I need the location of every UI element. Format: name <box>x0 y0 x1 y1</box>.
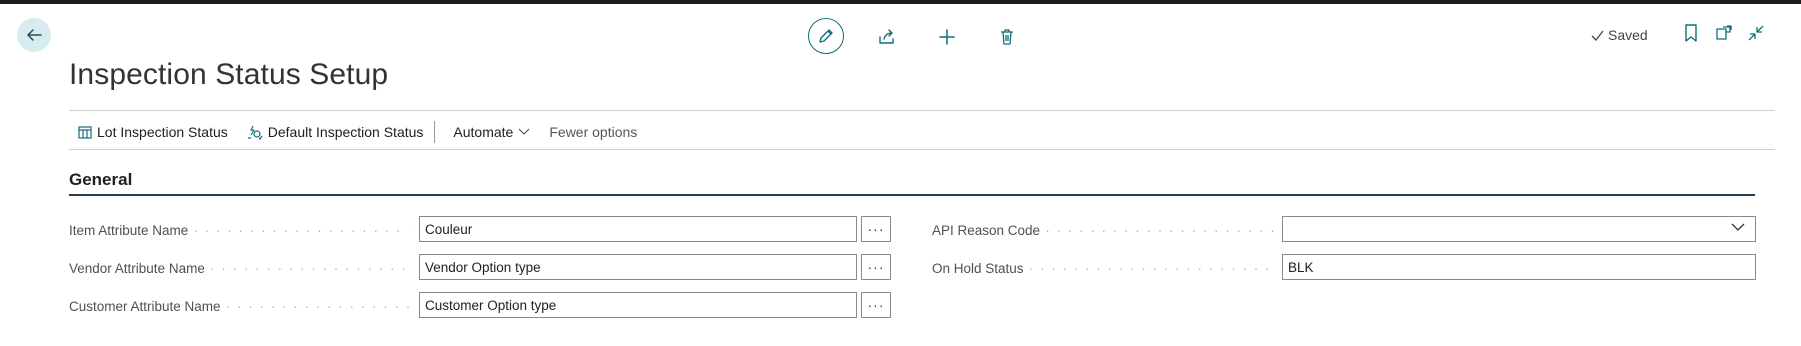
action-bar: Lot Inspection Status Default Inspection… <box>69 119 646 145</box>
customer-attribute-name-lookup-button[interactable]: ··· <box>861 292 891 318</box>
new-button[interactable] <box>928 18 966 56</box>
lot-inspection-status-action[interactable]: Lot Inspection Status <box>69 119 237 145</box>
arrow-left-icon <box>27 29 42 41</box>
collapse-button[interactable] <box>1747 24 1765 47</box>
fewer-options-button[interactable]: Fewer options <box>539 119 646 145</box>
chevron-down-icon <box>518 128 530 135</box>
share-button[interactable] <box>868 18 906 56</box>
page-title: Inspection Status Setup <box>69 58 389 91</box>
customer-attribute-name-label: Customer Attribute Name <box>69 299 409 314</box>
collapse-icon <box>1748 25 1764 41</box>
more-icon: ··· <box>867 221 885 237</box>
on-hold-status-input[interactable] <box>1282 254 1756 280</box>
more-icon: ··· <box>867 297 885 313</box>
lot-inspection-status-label: Lot Inspection Status <box>97 124 228 140</box>
default-inspection-status-label: Default Inspection Status <box>267 124 424 140</box>
open-in-new-window-icon <box>1716 25 1732 40</box>
process-check-icon <box>247 125 263 140</box>
open-new-window-button[interactable] <box>1715 24 1733 47</box>
section-general-title: General <box>69 170 133 189</box>
top-bar <box>0 0 1801 4</box>
more-icon: ··· <box>867 259 885 275</box>
actions-separator <box>434 121 436 143</box>
section-general-underline <box>69 194 1755 196</box>
item-attribute-name-label: Item Attribute Name <box>69 223 409 238</box>
chevron-down-icon <box>1731 223 1745 231</box>
fewer-options-label: Fewer options <box>549 124 638 140</box>
automate-menu[interactable]: Automate <box>443 119 539 145</box>
back-button[interactable] <box>17 18 51 52</box>
item-attribute-name-input[interactable] <box>419 216 857 242</box>
item-attribute-name-lookup-button[interactable]: ··· <box>861 216 891 242</box>
default-inspection-status-action[interactable]: Default Inspection Status <box>237 119 433 145</box>
actions-top-divider <box>69 110 1775 111</box>
actions-bottom-divider <box>69 149 1775 150</box>
api-reason-code-select[interactable] <box>1282 216 1756 242</box>
vendor-attribute-name-lookup-button[interactable]: ··· <box>861 254 891 280</box>
automate-label: Automate <box>453 124 514 140</box>
edit-button[interactable] <box>808 18 844 54</box>
share-icon <box>879 29 894 44</box>
pencil-icon <box>819 29 833 43</box>
saved-status: Saved <box>1591 27 1648 43</box>
saved-label: Saved <box>1608 27 1648 43</box>
bookmark-icon <box>1685 24 1697 42</box>
bookmark-button[interactable] <box>1683 24 1699 47</box>
vendor-attribute-name-label: Vendor Attribute Name <box>69 261 409 276</box>
vendor-attribute-name-input[interactable] <box>419 254 857 280</box>
api-reason-code-label: API Reason Code <box>932 223 1274 238</box>
customer-attribute-name-input[interactable] <box>419 292 857 318</box>
plus-icon <box>939 29 955 45</box>
trash-icon <box>1001 29 1013 45</box>
on-hold-status-label: On Hold Status <box>932 261 1274 276</box>
delete-button[interactable] <box>988 18 1026 56</box>
checkmark-icon <box>1591 30 1604 41</box>
table-icon <box>78 125 92 139</box>
